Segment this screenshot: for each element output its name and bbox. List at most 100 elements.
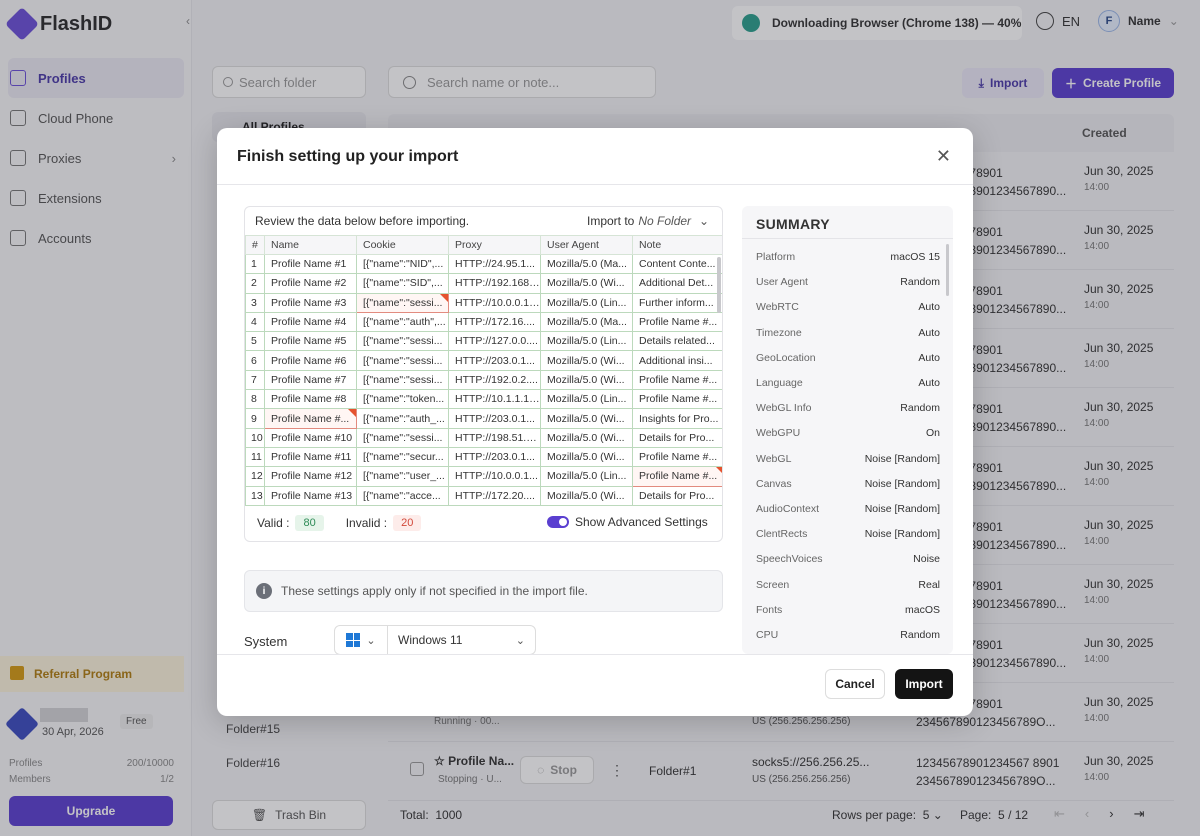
grid-row-number[interactable]: 2 — [245, 273, 265, 294]
grid-cell[interactable]: HTTP://10.0.0.1:... — [448, 292, 541, 313]
grid-row-number[interactable]: 12 — [245, 466, 265, 487]
grid-cell[interactable]: Profile Name #7 — [264, 369, 357, 391]
grid-cell[interactable]: [{"name":"sessi... — [356, 292, 449, 313]
grid-row[interactable]: 5 Profile Name #5 [{"name":"sessi... HTTP:/… — [245, 331, 722, 352]
import-to-selector[interactable]: Import to No Folder ⌄ — [587, 214, 709, 228]
grid-cell[interactable]: Profile Name #12 — [264, 466, 357, 487]
grid-cell[interactable]: Profile Name #... — [632, 369, 722, 391]
grid-row-number[interactable]: 4 — [245, 311, 265, 333]
grid-cell[interactable]: Profile Name #10 — [264, 427, 357, 448]
advanced-settings-toggle-row[interactable]: Show Advanced Settings — [547, 515, 708, 529]
grid-cell[interactable]: HTTP://127.0.0.... — [448, 331, 541, 352]
grid-row[interactable]: 6 Profile Name #6 [{"name":"sessi... HTTP:/… — [245, 350, 722, 371]
grid-cell[interactable]: [{"name":"user_... — [356, 466, 449, 487]
grid-row-number[interactable]: 9 — [245, 408, 265, 429]
cancel-button[interactable]: Cancel — [825, 669, 885, 699]
advanced-settings-toggle[interactable] — [547, 516, 569, 528]
grid-row-number[interactable]: 6 — [245, 350, 265, 371]
grid-cell[interactable]: Mozilla/5.0 (Lin... — [540, 466, 633, 487]
grid-row[interactable]: 11 Profile Name #11 [{"name":"secur... HTTP… — [245, 446, 722, 468]
grid-cell[interactable]: HTTP://10.1.1.1:... — [448, 389, 541, 410]
grid-cell[interactable]: Profile Name #2 — [264, 273, 357, 294]
grid-cell[interactable]: [{"name":"SID",... — [356, 273, 449, 294]
grid-cell[interactable]: [{"name":"auth_... — [356, 408, 449, 429]
grid-cell[interactable]: [{"name":"sessi... — [356, 331, 449, 352]
grid-cell[interactable]: Profile Name #5 — [264, 331, 357, 352]
grid-cell[interactable]: HTTP://198.51.1... — [448, 427, 541, 448]
grid-row[interactable]: 8 Profile Name #8 [{"name":"token... HTTP:/… — [245, 389, 722, 410]
confirm-import-button[interactable]: Import — [895, 669, 953, 699]
grid-row[interactable]: 12 Profile Name #12 [{"name":"user_... HTTP… — [245, 466, 722, 487]
grid-row[interactable]: 10 Profile Name #10 [{"name":"sessi... HTTP… — [245, 427, 722, 448]
grid-cell[interactable]: Details for Pro... — [632, 485, 722, 506]
grid-cell[interactable]: Mozilla/5.0 (Wi... — [540, 427, 633, 448]
grid-cell[interactable]: Content Conte... — [632, 253, 722, 275]
grid-cell[interactable]: [{"name":"sessi... — [356, 350, 449, 371]
grid-cell[interactable]: Profile Name #3 — [264, 292, 357, 313]
grid-cell[interactable]: Mozilla/5.0 (Wi... — [540, 273, 633, 294]
grid-row-number[interactable]: 5 — [245, 331, 265, 352]
grid-cell[interactable]: [{"name":"sessi... — [356, 369, 449, 391]
grid-cell[interactable]: HTTP://192.168.... — [448, 273, 541, 294]
grid-cell[interactable]: Mozilla/5.0 (Lin... — [540, 389, 633, 410]
grid-row-number[interactable]: 8 — [245, 389, 265, 410]
grid-cell[interactable]: Profile Name #... — [632, 466, 722, 487]
grid-row[interactable]: 7 Profile Name #7 [{"name":"sessi... HTTP:/… — [245, 369, 722, 391]
grid-cell[interactable]: Details for Pro... — [632, 427, 722, 448]
grid-row-number[interactable]: 10 — [245, 427, 265, 448]
grid-cell[interactable]: HTTP://192.0.2.... — [448, 369, 541, 391]
grid-row-number[interactable]: 7 — [245, 369, 265, 391]
grid-cell[interactable]: [{"name":"secur... — [356, 446, 449, 468]
grid-cell[interactable]: Profile Name #... — [264, 408, 357, 429]
grid-cell[interactable]: Mozilla/5.0 (Lin... — [540, 292, 633, 313]
grid-cell[interactable]: [{"name":"acce... — [356, 485, 449, 506]
summary-scrollbar[interactable] — [946, 244, 949, 296]
grid-cell[interactable]: Additional Det... — [632, 273, 722, 294]
grid-cell[interactable]: Details related... — [632, 331, 722, 352]
grid-cell[interactable]: Profile Name #13 — [264, 485, 357, 506]
grid-cell[interactable]: Further inform... — [632, 292, 722, 313]
grid-row[interactable]: 13 Profile Name #13 [{"name":"acce... HTTP:… — [245, 485, 722, 506]
grid-row[interactable]: 2 Profile Name #2 [{"name":"SID",... HTTP:/… — [245, 273, 722, 294]
grid-cell[interactable]: [{"name":"token... — [356, 389, 449, 410]
grid-row[interactable]: 3 Profile Name #3 [{"name":"sessi... HTTP:/… — [245, 292, 722, 313]
grid-cell[interactable]: Mozilla/5.0 (Wi... — [540, 369, 633, 391]
grid-cell[interactable]: Mozilla/5.0 (Wi... — [540, 485, 633, 506]
grid-row-number[interactable]: 1 — [245, 253, 265, 275]
grid-row-number[interactable]: 3 — [245, 292, 265, 313]
close-icon[interactable]: ✕ — [936, 146, 951, 167]
grid-cell[interactable]: Profile Name #6 — [264, 350, 357, 371]
grid-cell[interactable]: Mozilla/5.0 (Wi... — [540, 446, 633, 468]
grid-cell[interactable]: Insights for Pro... — [632, 408, 722, 429]
grid-cell[interactable]: HTTP://172.16.... — [448, 311, 541, 333]
grid-cell[interactable]: Mozilla/5.0 (Wi... — [540, 350, 633, 371]
grid-row-number[interactable]: 11 — [245, 446, 265, 468]
grid-cell[interactable]: Profile Name #1 — [264, 253, 357, 275]
grid-cell[interactable]: Mozilla/5.0 (Ma... — [540, 253, 633, 275]
grid-row[interactable]: 9 Profile Name #... [{"name":"auth_... HTTP… — [245, 408, 722, 429]
grid-cell[interactable]: Profile Name #... — [632, 389, 722, 410]
grid-cell[interactable]: Profile Name #8 — [264, 389, 357, 410]
grid-cell[interactable]: Mozilla/5.0 (Lin... — [540, 331, 633, 352]
grid-cell[interactable]: Profile Name #... — [632, 311, 722, 333]
grid-row-number[interactable]: 13 — [245, 485, 265, 506]
grid-cell[interactable]: [{"name":"sessi... — [356, 427, 449, 448]
grid-cell[interactable]: [{"name":"auth",... — [356, 311, 449, 333]
grid-row[interactable]: 4 Profile Name #4 [{"name":"auth",... HTTP:… — [245, 311, 722, 333]
grid-cell[interactable]: Profile Name #... — [632, 446, 722, 468]
grid-cell[interactable]: Mozilla/5.0 (Ma... — [540, 311, 633, 333]
grid-cell[interactable]: HTTP://172.20.... — [448, 485, 541, 506]
grid-cell[interactable]: HTTP://203.0.1... — [448, 408, 541, 429]
grid-cell[interactable]: [{"name":"NID",... — [356, 253, 449, 275]
grid-row[interactable]: 1 Profile Name #1 [{"name":"NID",... HTTP:/… — [245, 253, 722, 275]
grid-cell[interactable]: HTTP://203.0.1... — [448, 350, 541, 371]
os-selector[interactable]: ⌄ — [334, 625, 388, 655]
grid-cell[interactable]: HTTP://24.95.1... — [448, 253, 541, 275]
grid-scrollbar[interactable] — [717, 257, 721, 313]
grid-cell[interactable]: Additional insi... — [632, 350, 722, 371]
os-version-selector[interactable]: Windows 11 ⌄ — [387, 625, 536, 655]
grid-cell[interactable]: HTTP://10.0.0.1... — [448, 466, 541, 487]
grid-cell[interactable]: HTTP://203.0.1... — [448, 446, 541, 468]
grid-cell[interactable]: Mozilla/5.0 (Wi... — [540, 408, 633, 429]
grid-cell[interactable]: Profile Name #4 — [264, 311, 357, 333]
